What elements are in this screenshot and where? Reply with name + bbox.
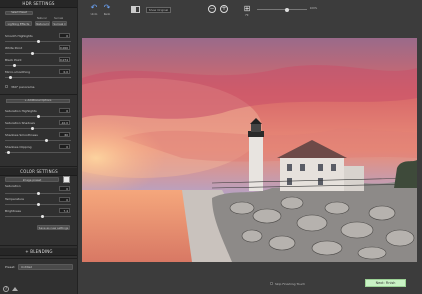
- slider-knob[interactable]: [37, 40, 40, 43]
- undo-icon[interactable]: ↶: [89, 4, 99, 12]
- brightness-value[interactable]: 7.4: [59, 208, 70, 213]
- slider-knob[interactable]: [37, 192, 40, 195]
- slider-knob[interactable]: [31, 52, 34, 55]
- natural-dropdown[interactable]: Natural ▾: [35, 21, 50, 26]
- color-settings-header: COLOR SETTINGS: [0, 168, 77, 176]
- temperature-slider[interactable]: [5, 203, 71, 206]
- saturation-shadows-slider[interactable]: [5, 127, 71, 130]
- saturation-highlights-slider[interactable]: [5, 115, 71, 118]
- skip-finishing-checkbox[interactable]: [270, 282, 273, 285]
- slider-knob[interactable]: [31, 127, 34, 130]
- select-preset-button[interactable]: Select Preset: [5, 11, 33, 15]
- photo-preview[interactable]: [82, 38, 417, 262]
- blending-header[interactable]: + BLENDING: [0, 248, 77, 256]
- slider-knob[interactable]: [7, 151, 10, 154]
- saturation-value[interactable]: 0: [59, 186, 70, 191]
- color-preset-dropdown[interactable]: Image preset: [5, 177, 59, 182]
- preset-dropdown[interactable]: Untitled: [18, 264, 73, 270]
- brightness-slider[interactable]: [5, 215, 71, 218]
- fit-label: Fit: [245, 14, 249, 17]
- micro-smoothing-slider[interactable]: [5, 76, 71, 79]
- preset-label: Preset:: [5, 265, 16, 269]
- shadows-clipping-label: Shadows Clipping: [5, 145, 32, 149]
- brightness-label: Brightness: [5, 209, 21, 213]
- saturation-shadows-label: Saturation Shadows: [5, 121, 35, 125]
- saturation-highlights-label: Saturation Highlights: [5, 109, 37, 113]
- settings-sidebar: HDR SETTINGS Select Preset Natural Surre…: [0, 0, 78, 294]
- save-settings-button[interactable]: Save as new settings: [37, 225, 70, 230]
- shadows-clipping-slider[interactable]: [5, 151, 71, 154]
- surreal-dropdown[interactable]: Surreal ▾: [52, 21, 67, 26]
- skip-finishing-label: Skip Finishing Touch: [275, 282, 306, 286]
- black-point-label: Black Point: [5, 58, 22, 62]
- divider: [0, 94, 77, 95]
- show-original-button[interactable]: Show Original: [146, 7, 171, 13]
- slider-knob[interactable]: [13, 64, 16, 67]
- zoom-slider-knob[interactable]: [285, 7, 289, 12]
- saturation-highlights-value[interactable]: 0: [59, 108, 70, 113]
- shadows-smoothness-value[interactable]: 60: [59, 132, 70, 137]
- lighting-effects-button[interactable]: Lighting Effects: [5, 21, 32, 26]
- preset-label-natural: Natural: [37, 17, 47, 20]
- divider: [0, 166, 77, 167]
- panorama-360-checkbox[interactable]: [5, 85, 8, 88]
- panorama-360-label: 360° panorama: [11, 85, 35, 89]
- zoom-out-icon[interactable]: −: [208, 5, 216, 13]
- hdr-settings-header: HDR SETTINGS: [0, 0, 77, 8]
- expand-icon[interactable]: [12, 287, 18, 291]
- shadows-smoothness-label: Shadows Smoothness: [5, 133, 38, 137]
- help-icon[interactable]: ?: [3, 286, 9, 292]
- app-window: HDR SETTINGS Select Preset Natural Surre…: [0, 0, 422, 294]
- eyedropper-icon[interactable]: [63, 176, 70, 183]
- zoom-in-icon[interactable]: +: [220, 5, 228, 13]
- shadows-smoothness-slider[interactable]: [5, 139, 71, 142]
- saturation-shadows-value[interactable]: -10.0: [59, 120, 70, 125]
- slider-knob[interactable]: [41, 215, 44, 218]
- shadows-clipping-value[interactable]: 0: [59, 144, 70, 149]
- undo-label: Undo: [90, 13, 98, 16]
- temperature-value[interactable]: 0: [59, 197, 70, 202]
- fit-icon[interactable]: ⊞: [243, 5, 251, 13]
- divider: [0, 245, 77, 246]
- next-finish-button[interactable]: Next: Finish: [365, 279, 406, 287]
- micro-smoothing-label: Micro-smoothing: [5, 70, 31, 74]
- smooth-highlights-slider[interactable]: [5, 40, 71, 43]
- saturation-label: Saturation: [5, 184, 21, 188]
- slider-knob[interactable]: [9, 76, 12, 79]
- slider-knob[interactable]: [45, 139, 48, 142]
- black-point-slider[interactable]: [5, 64, 71, 67]
- redo-label: Redo: [103, 13, 111, 16]
- white-point-slider[interactable]: [5, 52, 71, 55]
- zoom-percentage: 100%: [309, 7, 318, 10]
- smooth-highlights-value[interactable]: 0: [59, 33, 70, 38]
- saturation-slider[interactable]: [5, 192, 71, 195]
- temperature-label: Temperature: [5, 197, 25, 201]
- smooth-highlights-label: Smooth Highlights: [5, 34, 33, 38]
- zoom-slider[interactable]: [257, 7, 307, 12]
- divider: [0, 258, 77, 259]
- additional-options-button[interactable]: + Additional Options: [6, 99, 70, 103]
- compare-icon[interactable]: [131, 6, 140, 13]
- black-point-value[interactable]: 0.074: [59, 57, 70, 62]
- slider-knob[interactable]: [37, 203, 40, 206]
- preset-label-surreal: Surreal: [54, 17, 64, 20]
- white-point-value[interactable]: 0.000: [59, 45, 70, 50]
- slider-knob[interactable]: [37, 115, 40, 118]
- hdr-photo: [82, 38, 417, 262]
- micro-smoothing-value[interactable]: 0.0: [59, 69, 70, 74]
- redo-icon[interactable]: ↷: [102, 4, 112, 12]
- white-point-label: White Point: [5, 46, 23, 50]
